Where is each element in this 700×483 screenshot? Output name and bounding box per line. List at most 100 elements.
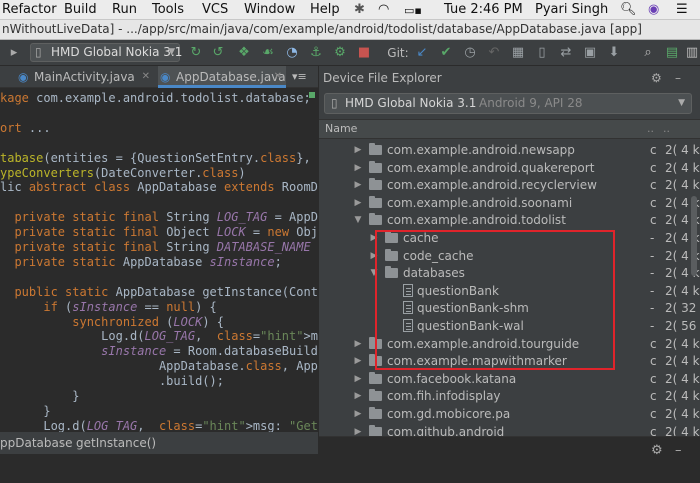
tab-close-icon[interactable]: ✕: [0, 66, 8, 88]
code-line[interactable]: }: [0, 403, 50, 419]
row-date-size: 2( 56 k: [665, 319, 700, 333]
phone-icon: ▯: [331, 96, 338, 110]
folder-row[interactable]: ▶ com.example.android.recyclerview c 2( 4 k: [319, 176, 700, 194]
code-line[interactable]: Log.d(LOG_TAG, class="hint">msg: "Creati…: [0, 328, 318, 344]
vertical-scrollbar[interactable]: [691, 196, 697, 276]
folder-icon: [369, 195, 382, 208]
red-highlight-box: [375, 230, 615, 370]
bug-icon[interactable]: ☙: [260, 45, 276, 61]
column-name-label[interactable]: Name: [325, 120, 357, 138]
collapsed-arrow-icon[interactable]: ▶: [353, 405, 363, 423]
attach-process-icon[interactable]: ⚙: [332, 45, 348, 61]
apply-code-changes-icon[interactable]: ↺: [210, 45, 226, 61]
folder-row[interactable]: ▶ com.example.android.newsapp c 2( 4 k: [319, 141, 700, 159]
assistant-icon[interactable]: ▤: [664, 45, 680, 61]
menu-window[interactable]: Window: [244, 2, 295, 17]
stop-icon[interactable]: ■: [356, 45, 372, 61]
close-icon[interactable]: ✕: [142, 66, 150, 88]
close-icon[interactable]: ✕: [274, 66, 282, 88]
tab-overflow-icon[interactable]: ▾≡: [292, 66, 316, 88]
collapsed-arrow-icon[interactable]: ▶: [353, 159, 363, 177]
breadcrumb: ppDatabase › getInstance(): [0, 432, 318, 454]
explorer-device-selector[interactable]: ▯ HMD Global Nokia 3.1 Android 9, API 28…: [324, 93, 692, 114]
layout-inspector-icon[interactable]: ▣: [582, 45, 598, 61]
row-permissions: -: [650, 248, 655, 263]
folder-row[interactable]: ▶ com.facebook.katana c 2( 4 k: [319, 370, 700, 388]
spotlight-search-icon[interactable]: 🔍︎: [620, 2, 637, 17]
sdk-manager-icon[interactable]: ▦: [510, 45, 526, 61]
code-line[interactable]: tabase(entities = {QuestionSetEntry.clas…: [0, 150, 318, 166]
gear-icon[interactable]: ⚙: [651, 66, 662, 90]
bluetooth-icon[interactable]: ✱: [354, 2, 365, 17]
left-arrow-icon[interactable]: ▸: [6, 45, 22, 61]
attach-debugger-icon[interactable]: ⚓: [308, 45, 324, 61]
gear-icon[interactable]: ⚙: [651, 443, 663, 458]
menu-build[interactable]: Build: [64, 2, 97, 17]
code-line[interactable]: synchronized (LOCK) {: [0, 314, 224, 330]
device-selector[interactable]: ▯ HMD Global Nokia 3.1 ▼: [30, 43, 182, 62]
tab-label: AppDatabase.java: [176, 70, 286, 84]
menu-tools[interactable]: Tools: [152, 2, 184, 17]
menu-refactor[interactable]: Refactor: [2, 2, 57, 17]
code-line[interactable]: AppDatabase.class, AppDataba: [0, 358, 318, 374]
folder-icon: [369, 178, 382, 191]
code-line[interactable]: ypeConverters(DateConverter.class): [0, 165, 246, 181]
more-icon[interactable]: ▥: [684, 45, 700, 61]
code-line[interactable]: ort ...: [0, 120, 51, 136]
row-permissions: c: [650, 178, 657, 193]
collapsed-arrow-icon[interactable]: ▶: [353, 370, 363, 388]
menu-vcs[interactable]: VCS: [202, 2, 228, 17]
apply-changes-icon[interactable]: ↻: [188, 45, 204, 61]
folder-icon: [369, 160, 382, 173]
column-header[interactable]: Name .. ..: [319, 119, 700, 139]
collapsed-arrow-icon[interactable]: ▶: [353, 352, 363, 370]
download-icon[interactable]: ⬇: [606, 45, 622, 61]
debug-icon[interactable]: ❖: [236, 45, 252, 61]
code-line[interactable]: .build();: [0, 373, 224, 389]
battery-icon[interactable]: ▭▪: [404, 4, 422, 17]
code-line[interactable]: private static final Object LOCK = new O…: [0, 224, 318, 240]
hide-panel-icon[interactable]: –: [675, 66, 681, 90]
hide-panel-icon[interactable]: –: [675, 443, 682, 458]
expanded-arrow-icon[interactable]: ▼: [353, 211, 363, 229]
menu-help[interactable]: Help: [310, 2, 340, 17]
code-line[interactable]: lic abstract class AppDatabase extends R…: [0, 179, 318, 195]
row-permissions: c: [650, 354, 657, 369]
wifi-icon[interactable]: ◠: [378, 2, 389, 17]
collapsed-arrow-icon[interactable]: ▶: [353, 176, 363, 194]
folder-row[interactable]: ▶ com.gd.mobicore.pa c 2( 4 k: [319, 405, 700, 423]
git-update-icon[interactable]: ↙: [414, 45, 430, 61]
code-line[interactable]: private static final String DATABASE_NAM…: [0, 239, 318, 255]
code-line[interactable]: private static final String LOG_TAG = Ap…: [0, 209, 318, 225]
git-history-icon[interactable]: ◷: [462, 45, 478, 61]
breadcrumb-method[interactable]: getInstance(): [76, 432, 156, 454]
notification-center-icon[interactable]: ☰: [676, 2, 688, 17]
tab-mainactivity[interactable]: ◉ MainActivity.java ✕: [16, 66, 154, 88]
profiler-icon[interactable]: ◔: [284, 45, 300, 61]
class-icon: ◉: [18, 70, 29, 84]
folder-row[interactable]: ▶ com.example.android.soonami c 2( 4 k: [319, 194, 700, 212]
code-line[interactable]: }: [0, 388, 79, 404]
user-name[interactable]: Pyari Singh: [535, 2, 608, 17]
git-commit-icon[interactable]: ✔: [438, 45, 454, 61]
code-line[interactable]: sInstance = Room.databaseBuilder(con: [0, 343, 318, 359]
code-line[interactable]: if (sInstance == null) {: [0, 299, 216, 315]
menu-run[interactable]: Run: [112, 2, 137, 17]
folder-row[interactable]: ▼ com.example.android.todolist c 2( 4 k: [319, 211, 700, 229]
folder-row[interactable]: ▶ com.fih.infodisplay c 2( 4 k: [319, 387, 700, 405]
siri-icon[interactable]: ◉: [648, 2, 659, 17]
clock[interactable]: Tue 2:46 PM: [444, 2, 523, 17]
code-line[interactable]: private static AppDatabase sInstance;: [0, 254, 281, 270]
tab-appdatabase[interactable]: ◉ AppDatabase.java ✕: [158, 66, 286, 88]
collapsed-arrow-icon[interactable]: ▶: [353, 335, 363, 353]
avd-manager-icon[interactable]: ▯: [534, 45, 550, 61]
collapsed-arrow-icon[interactable]: ▶: [353, 387, 363, 405]
code-line[interactable]: kage com.example.android.todolist.databa…: [0, 90, 311, 106]
search-icon[interactable]: ⌕: [640, 45, 656, 61]
collapsed-arrow-icon[interactable]: ▶: [353, 194, 363, 212]
code-line[interactable]: public static AppDatabase getInstance(Co…: [0, 284, 318, 300]
folder-row[interactable]: ▶ com.example.android.quakereport c 2( 4 k: [319, 159, 700, 177]
collapsed-arrow-icon[interactable]: ▶: [353, 141, 363, 159]
git-revert-icon[interactable]: ↶: [486, 45, 502, 61]
sync-icon[interactable]: ⇄: [558, 45, 574, 61]
